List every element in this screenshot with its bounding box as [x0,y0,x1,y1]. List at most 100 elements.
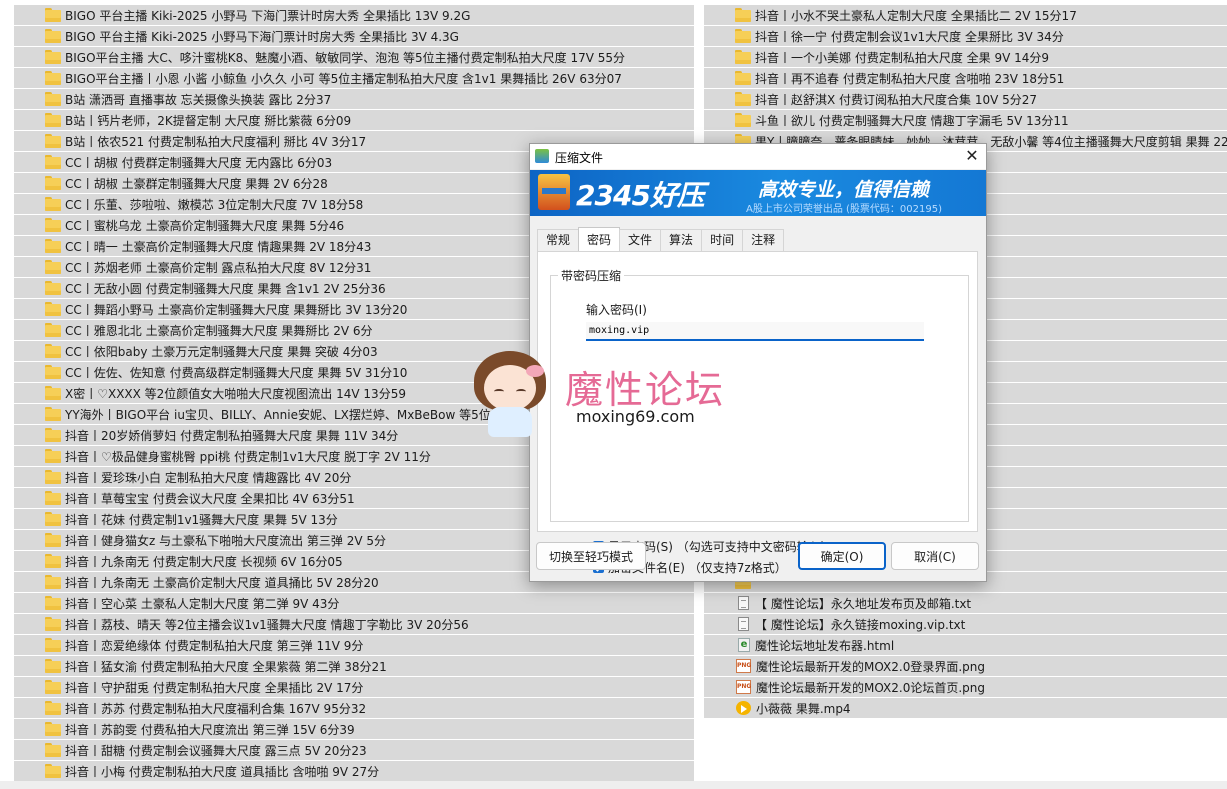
mp4-file-icon [736,701,751,715]
file-name: 【 魔性论坛】永久链接moxing.vip.txt [755,617,966,632]
close-icon[interactable]: ✕ [958,144,986,169]
tab-comment[interactable]: 注释 [742,229,785,251]
folder-icon [45,575,61,589]
txt-file-icon [738,596,749,610]
file-name: BIGO平台主播丨小恩 小酱 小鲸鱼 小久久 小可 等5位主播定制私拍大尺度 含… [65,71,622,86]
folder-icon [45,491,61,505]
password-input[interactable] [586,322,924,341]
list-item[interactable]: 小薇薇 果舞.mp4 [704,698,1227,718]
png-file-icon: PNG [736,659,751,673]
list-item[interactable]: 抖音丨小梅 付费定制私拍大尺度 道具插比 含啪啪 9V 27分 [14,761,694,781]
tab-password[interactable]: 密码 [578,227,621,251]
file-name: 抖音丨小梅 付费定制私拍大尺度 道具插比 含啪啪 9V 27分 [65,764,380,779]
folder-icon [45,722,61,736]
folder-icon [45,365,61,379]
folder-icon [45,113,61,127]
list-item[interactable]: 【 魔性论坛】永久链接moxing.vip.txt [704,614,1227,634]
folder-icon [45,407,61,421]
folder-icon [45,512,61,526]
folder-icon [735,113,751,127]
tab-general[interactable]: 常规 [537,229,580,251]
list-item[interactable]: 抖音丨苏苏 付费定制私拍大尺度福利合集 167V 95分32 [14,698,694,718]
list-item[interactable]: 【 魔性论坛】永久地址发布页及邮箱.txt [704,593,1227,613]
list-item[interactable]: 抖音丨荔枝、晴天 等2位主播会议1v1骚舞大尺度 情趣丁字勒比 3V 20分56 [14,614,694,634]
file-name: B站丨钙片老师，2K提督定制 大尺度 掰比紫薇 6分09 [65,113,352,128]
file-name: 抖音丨猛女渝 付费定制私拍大尺度 全果紫薇 第二弹 38分21 [65,659,387,674]
list-item[interactable]: 抖音丨恋爱绝缘体 付费定制私拍大尺度 第三弹 11V 9分 [14,635,694,655]
tab-algorithm[interactable]: 算法 [660,229,703,251]
file-name: 抖音丨赵舒淇X 付费订阅私拍大尺度合集 10V 5分27 [755,92,1038,107]
list-item[interactable]: 抖音丨再不追春 付费定制私拍大尺度 含啪啪 23V 18分51 [704,68,1227,88]
tab-files[interactable]: 文件 [619,229,662,251]
folder-icon [45,8,61,22]
folder-icon [45,92,61,106]
folder-icon [45,71,61,85]
folder-icon [45,239,61,253]
file-name: 抖音丨苏韵雯 付费私拍大尺度流出 第三弹 15V 6分39 [65,722,355,737]
folder-icon [735,71,751,85]
html-file-icon: e [738,638,750,652]
tab-time[interactable]: 时间 [701,229,744,251]
cancel-button[interactable]: 取消(C) [891,542,979,570]
list-item[interactable]: PNG 魔性论坛最新开发的MOX2.0登录界面.png [704,656,1227,676]
file-name: 抖音丨守护甜兎 付费定制私拍大尺度 全果插比 2V 17分 [65,680,364,695]
file-name: 抖音丨荔枝、晴天 等2位主播会议1v1骚舞大尺度 情趣丁字勒比 3V 20分56 [65,617,469,632]
dialog-titlebar[interactable]: 压缩文件 ✕ [530,144,986,169]
folder-icon [45,344,61,358]
list-item[interactable]: 抖音丨一个小美娜 付费定制私拍大尺度 全果 9V 14分9 [704,47,1227,67]
list-item[interactable]: BIGO 平台主播 Kiki-2025 小野马 下海门票计时房大秀 全果插比 1… [14,5,694,25]
list-item[interactable]: 抖音丨徐一宁 付费定制会议1v1大尺度 全果掰比 3V 34分 [704,26,1227,46]
file-name: 抖音丨一个小美娜 付费定制私拍大尺度 全果 9V 14分9 [755,50,1050,65]
folder-icon [45,323,61,337]
folder-icon [45,29,61,43]
folder-icon [45,50,61,64]
file-name: 【 魔性论坛】永久地址发布页及邮箱.txt [755,596,972,611]
file-name: 抖音丨甜糖 付费定制会议骚舞大尺度 露三点 5V 20分23 [65,743,367,758]
png-file-icon: PNG [736,680,751,694]
file-name: 抖音丨空心菜 土豪私人定制大尺度 第二弹 9V 43分 [65,596,340,611]
list-item[interactable]: PNG 魔性论坛最新开发的MOX2.0论坛首页.png [704,677,1227,697]
list-item[interactable]: 抖音丨苏韵雯 付费私拍大尺度流出 第三弹 15V 6分39 [14,719,694,739]
list-item[interactable]: 抖音丨守护甜兎 付费定制私拍大尺度 全果插比 2V 17分 [14,677,694,697]
list-item[interactable]: 抖音丨小水不哭土豪私人定制大尺度 全果插比二 2V 15分17 [704,5,1227,25]
ok-button[interactable]: 确定(O) [798,542,886,570]
file-name: 抖音丨苏苏 付费定制私拍大尺度福利合集 167V 95分32 [65,701,367,716]
file-name: 斗鱼丨欲儿 付费定制骚舞大尺度 情趣丁字漏毛 5V 13分11 [755,113,1069,128]
list-item[interactable]: B站 潇洒哥 直播事故 忘关摄像头换装 露比 2分37 [14,89,694,109]
watermark-url: moxing69.com [576,407,695,426]
folder-icon [45,386,61,400]
folder-icon [45,197,61,211]
list-item[interactable]: BIGO平台主播丨小恩 小酱 小鲸鱼 小久久 小可 等5位主播定制私拍大尺度 含… [14,68,694,88]
list-item[interactable]: 抖音丨赵舒淇X 付费订阅私拍大尺度合集 10V 5分27 [704,89,1227,109]
file-name: 魔性论坛最新开发的MOX2.0论坛首页.png [756,680,985,695]
folder-icon [735,50,751,64]
file-name: 抖音丨恋爱绝缘体 付费定制私拍大尺度 第三弹 11V 9分 [65,638,364,653]
list-item[interactable]: 斗鱼丨欲儿 付费定制骚舞大尺度 情趣丁字漏毛 5V 13分11 [704,110,1227,130]
tab-bar: 常规 密码 文件 算法 时间 注释 [537,227,785,251]
app-icon [535,149,549,163]
list-item[interactable]: 抖音丨空心菜 土豪私人定制大尺度 第二弹 9V 43分 [14,593,694,613]
folder-icon [45,659,61,673]
bottom-strip [0,781,1227,789]
folder-icon [735,92,751,106]
folder-icon [45,281,61,295]
txt-file-icon [738,617,749,631]
file-name: BIGO平台主播 大C、哆汁蜜桃K8、魅魔小酒、敏敏同学、泡泡 等5位主播付费定… [65,50,626,65]
folder-icon [45,638,61,652]
list-item[interactable]: 抖音丨猛女渝 付费定制私拍大尺度 全果紫薇 第二弹 38分21 [14,656,694,676]
brand-name: 2345好压 [576,179,705,212]
folder-icon [45,596,61,610]
list-item[interactable]: BIGO 平台主播 Kiki-2025 小野马下海门票计时房大秀 全果插比 3V… [14,26,694,46]
list-item[interactable]: e 魔性论坛地址发布器.html [704,635,1227,655]
light-mode-button[interactable]: 切换至轻巧模式 [536,542,646,570]
list-item[interactable]: B站丨钙片老师，2K提督定制 大尺度 掰比紫薇 6分09 [14,110,694,130]
file-name: 抖音丨再不追春 付费定制私拍大尺度 含啪啪 23V 18分51 [755,71,1065,86]
file-name: 魔性论坛地址发布器.html [755,638,895,653]
folder-icon [45,176,61,190]
brand-company: A股上市公司荣誉出品 (股票代码：002195) [746,204,942,215]
list-item[interactable]: 抖音丨甜糖 付费定制会议骚舞大尺度 露三点 5V 20分23 [14,740,694,760]
file-name: 魔性论坛最新开发的MOX2.0登录界面.png [756,659,985,674]
folder-icon [45,533,61,547]
folder-icon [45,701,61,715]
list-item[interactable]: BIGO平台主播 大C、哆汁蜜桃K8、魅魔小酒、敏敏同学、泡泡 等5位主播付费定… [14,47,694,67]
